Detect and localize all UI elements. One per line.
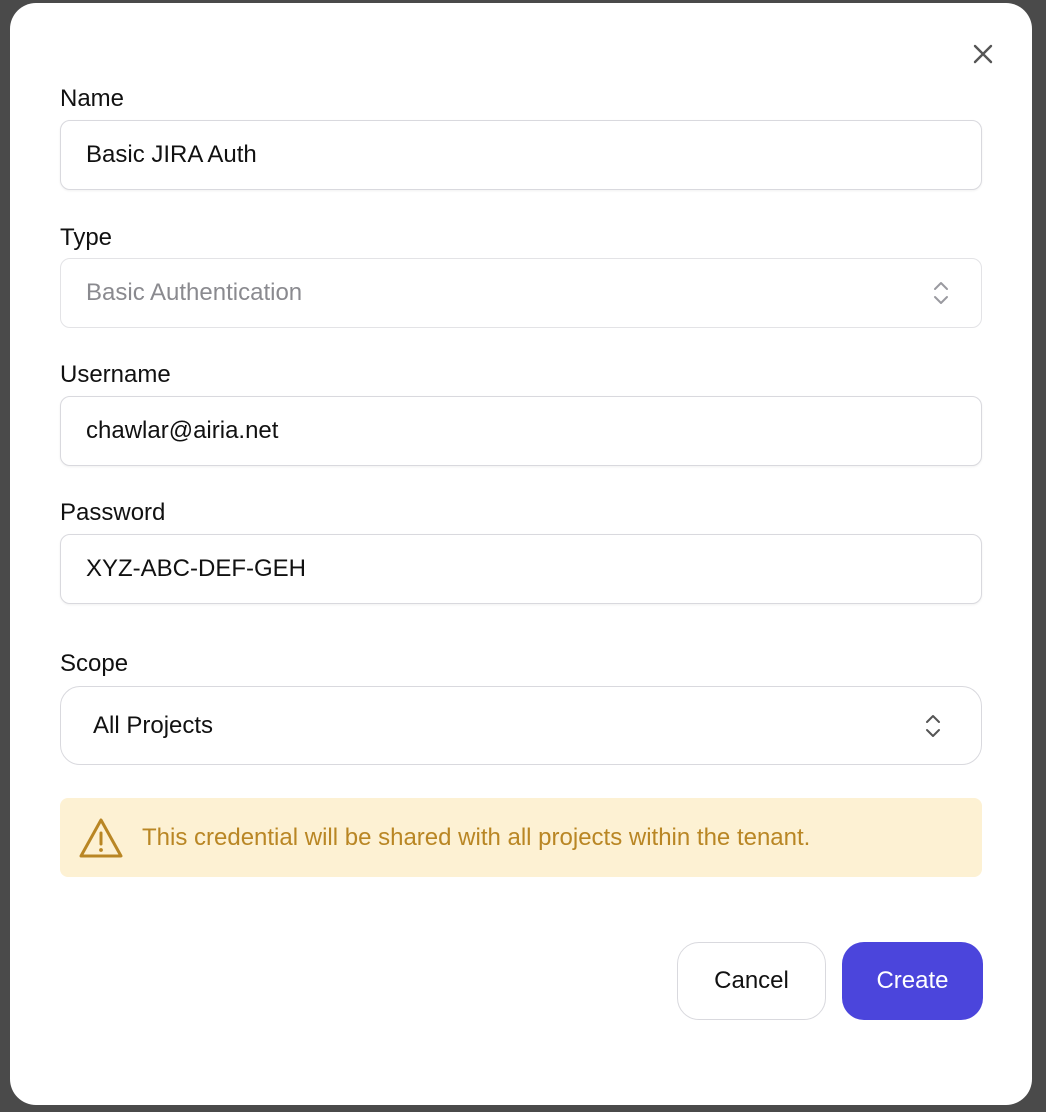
name-field[interactable]: Basic JIRA Auth [60,120,982,190]
username-field-value: chawlar@airia.net [86,417,279,444]
scope-warning-alert: This credential will be shared with all … [60,798,982,877]
cancel-button[interactable]: Cancel [677,942,826,1020]
name-field-value: Basic JIRA Auth [86,141,257,168]
scope-select-value: All Projects [93,711,214,739]
alert-text: This credential will be shared with all … [142,823,811,851]
type-label: Type [60,224,113,251]
password-label: Password [60,499,166,526]
create-button[interactable]: Create [842,942,983,1020]
name-label: Name [60,85,125,112]
create-credential-dialog: Name Basic JIRA Auth Type Basic Authenti… [10,3,1032,1105]
warning-icon [79,818,123,857]
password-field[interactable]: XYZ-ABC-DEF-GEH [60,534,982,604]
username-label: Username [60,361,171,388]
create-button-label: Create [876,967,949,994]
close-icon [973,44,993,64]
type-select-value: Basic Authentication [86,279,303,306]
chevron-up-down-icon [934,282,948,304]
username-field[interactable]: chawlar@airia.net [60,396,982,466]
scope-label: Scope [60,650,129,677]
chevron-up-down-icon [926,714,940,737]
cancel-button-label: Cancel [714,967,789,994]
password-field-value: XYZ-ABC-DEF-GEH [86,555,307,582]
close-button[interactable] [968,39,998,69]
scope-select[interactable]: All Projects [60,686,982,765]
type-select[interactable]: Basic Authentication [60,258,982,328]
